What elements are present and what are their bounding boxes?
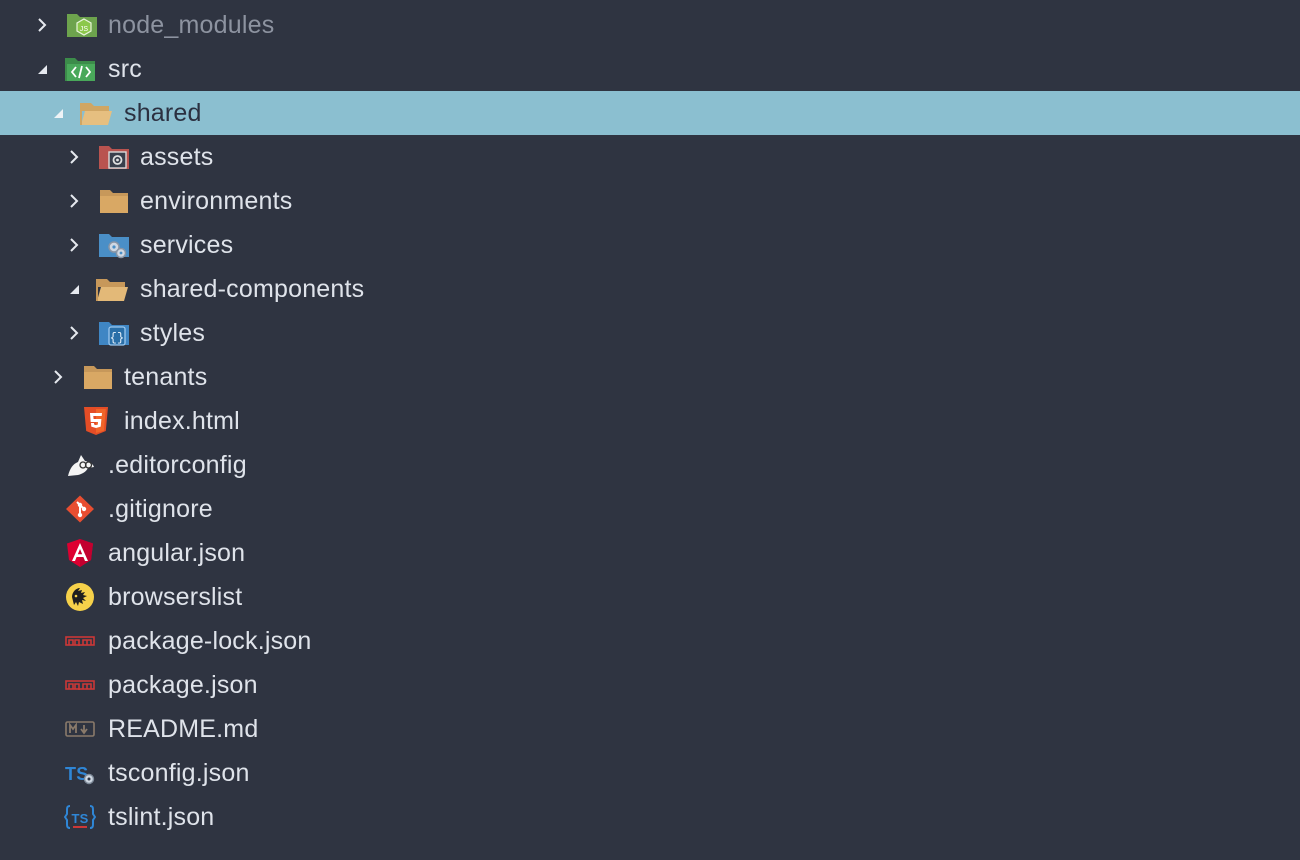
tree-item-label: shared-components [140,275,365,303]
tree-item-editorconfig[interactable]: .editorconfig [0,443,1300,487]
angular-icon [64,538,96,568]
tree-item-shared[interactable]: shared [0,91,1300,135]
tree-item-label: tenants [124,363,208,391]
tsconfig-icon: TS [64,758,96,788]
svg-text:JS: JS [80,26,89,33]
tree-item-readme-md[interactable]: README.md [0,707,1300,751]
tree-item-label: .gitignore [108,495,213,523]
tree-item-tenants[interactable]: tenants [0,355,1300,399]
tree-item-label: node_modules [108,11,275,39]
tree-item-package-json[interactable]: package.json [0,663,1300,707]
tree-item-label: assets [140,143,214,171]
tree-item-node-modules[interactable]: JS node_modules [0,3,1300,47]
editorconfig-icon [64,450,96,480]
assets-folder-icon [98,142,130,172]
tree-item-browserslist[interactable]: browserslist [0,575,1300,619]
tree-item-gitignore[interactable]: .gitignore [0,487,1300,531]
tree-item-label: tslint.json [108,803,215,831]
tree-item-label: tsconfig.json [108,759,250,787]
caret-right-icon[interactable] [49,355,67,399]
tree-item-label: environments [140,187,293,215]
tree-item-label: src [108,55,142,83]
folder-icon [98,186,130,216]
tree-item-angular-json[interactable]: angular.json [0,531,1300,575]
caret-down-icon[interactable] [49,91,67,135]
tree-item-label: shared [124,99,202,127]
svg-text:TS: TS [71,811,88,826]
tree-item-services[interactable]: services [0,223,1300,267]
open-folder-icon [80,98,112,128]
tree-item-label: package-lock.json [108,627,312,655]
caret-down-icon[interactable] [33,47,51,91]
caret-right-icon[interactable] [33,3,51,47]
services-folder-icon [98,230,130,260]
file-explorer-tree: JS node_modules src shared assets enviro… [0,0,1300,860]
html5-icon [80,406,112,436]
tree-item-label: browserslist [108,583,243,611]
folder-icon [82,362,114,392]
tree-item-label: angular.json [108,539,246,567]
svg-text:{}: {} [110,331,125,345]
tree-item-label: styles [140,319,206,347]
git-icon [64,494,96,524]
tree-item-tslint-json[interactable]: TS tslint.json [0,795,1300,839]
caret-down-icon[interactable] [65,267,83,311]
tree-item-environments[interactable]: environments [0,179,1300,223]
caret-right-icon[interactable] [65,223,83,267]
styles-folder-icon: {} [98,318,130,348]
tree-item-assets[interactable]: assets [0,135,1300,179]
tree-item-label: index.html [124,407,240,435]
tree-item-styles[interactable]: {} styles [0,311,1300,355]
tree-item-src[interactable]: src [0,47,1300,91]
tree-item-label: package.json [108,671,258,699]
tree-item-label: .editorconfig [108,451,247,479]
tslint-icon: TS [64,802,96,832]
caret-right-icon[interactable] [65,135,83,179]
tree-item-tsconfig-json[interactable]: TS tsconfig.json [0,751,1300,795]
caret-right-icon[interactable] [65,311,83,355]
tree-item-index-html[interactable]: index.html [0,399,1300,443]
npm-icon [64,670,96,700]
src-folder-icon [64,54,96,84]
tree-item-package-lock-json[interactable]: package-lock.json [0,619,1300,663]
tree-item-label: README.md [108,715,259,743]
npm-icon [64,626,96,656]
markdown-icon [64,714,96,744]
tree-item-shared-components[interactable]: shared-components [0,267,1300,311]
node-folder-icon: JS [66,10,98,40]
open-folder-icon [96,274,128,304]
caret-right-icon[interactable] [65,179,83,223]
browserslist-icon [64,582,96,612]
tree-item-label: services [140,231,234,259]
